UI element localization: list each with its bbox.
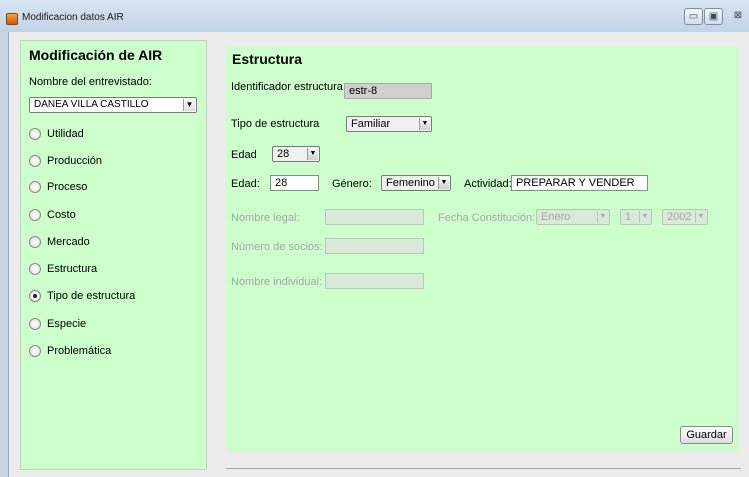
close-button[interactable]: ⊠ bbox=[730, 8, 746, 25]
legal-name-label: Nombre legal: bbox=[231, 212, 300, 224]
partners-label: Número de socios: bbox=[231, 241, 323, 253]
maximize-button[interactable]: ▣ bbox=[704, 8, 723, 25]
structure-type-label: Tipo de estructura bbox=[231, 118, 320, 130]
interviewee-dropdown[interactable]: DANEA VILLA CASTILLO ▼ bbox=[29, 97, 197, 113]
individual-name-label: Nombre individual: bbox=[231, 276, 323, 288]
constitution-month-value: Enero bbox=[541, 211, 571, 223]
structure-type-value: Familiar bbox=[351, 118, 391, 130]
structure-type-dropdown[interactable]: Familiar ▼ bbox=[346, 116, 432, 132]
bottom-divider bbox=[226, 468, 741, 469]
constitution-year-value: 2002 bbox=[667, 211, 692, 223]
legal-name-input[interactable] bbox=[325, 209, 424, 225]
radio-button-icon[interactable] bbox=[29, 263, 41, 275]
constitution-month-dropdown[interactable]: Enero ▼ bbox=[536, 209, 610, 225]
radio-label: Estructura bbox=[47, 263, 98, 275]
radio-label: Especie bbox=[47, 318, 87, 330]
constitution-year-dropdown[interactable]: 2002 ▼ bbox=[662, 209, 708, 225]
gender-value: Femenino bbox=[386, 177, 435, 189]
radio-button-icon[interactable] bbox=[29, 128, 41, 140]
partners-input[interactable] bbox=[325, 238, 424, 254]
interviewee-value: DANEA VILLA CASTILLO bbox=[34, 99, 149, 110]
window-titlebar[interactable]: Modificacion datos AIR ▭ ▣ ⊠ bbox=[0, 0, 749, 32]
age-dropdown[interactable]: 28 ▼ bbox=[272, 146, 320, 162]
age-dropdown-value: 28 bbox=[277, 148, 290, 160]
activity-label: Actividad: bbox=[464, 178, 512, 190]
gender-label: Género: bbox=[332, 178, 372, 190]
activity-input[interactable]: PREPARAR Y VENDER bbox=[511, 175, 648, 191]
chevron-down-icon[interactable]: ▼ bbox=[597, 211, 608, 223]
age-text-label: Edad: bbox=[231, 178, 260, 190]
individual-name-input[interactable] bbox=[325, 273, 424, 289]
interviewee-label: Nombre del entrevistado: bbox=[29, 76, 152, 88]
radio-label: Problemática bbox=[47, 345, 112, 357]
chevron-down-icon[interactable]: ▼ bbox=[695, 211, 706, 223]
structure-id-label: Identificador estructura bbox=[231, 81, 343, 93]
radio-button-selected-icon[interactable] bbox=[29, 290, 41, 302]
radio-button-icon[interactable] bbox=[29, 181, 41, 193]
structure-panel: Estructura Identificador estructura estr… bbox=[226, 47, 738, 451]
structure-id-field: estr-8 bbox=[344, 83, 432, 99]
radio-label: Costo bbox=[47, 209, 76, 221]
constitution-date-label: Fecha Constitución: bbox=[438, 212, 536, 224]
chevron-down-icon[interactable]: ▼ bbox=[307, 148, 318, 160]
sidebar-panel: Modificación de AIR Nombre del entrevist… bbox=[20, 40, 207, 470]
sidebar-title: Modificación de AIR bbox=[29, 47, 163, 63]
gender-dropdown[interactable]: Femenino ▼ bbox=[381, 175, 451, 191]
window-title: Modificacion datos AIR bbox=[22, 12, 124, 23]
radio-button-icon[interactable] bbox=[29, 318, 41, 330]
minimize-button[interactable]: ▭ bbox=[684, 8, 703, 25]
radio-label: Mercado bbox=[47, 236, 90, 248]
java-cup-icon bbox=[6, 13, 18, 25]
constitution-day-dropdown[interactable]: 1 ▼ bbox=[620, 209, 652, 225]
radio-button-icon[interactable] bbox=[29, 155, 41, 167]
radio-label: Producción bbox=[47, 155, 103, 167]
chevron-down-icon[interactable]: ▼ bbox=[438, 177, 449, 189]
radio-label: Proceso bbox=[47, 181, 88, 193]
radio-label: Tipo de estructura bbox=[47, 290, 136, 302]
radio-label: Utilidad bbox=[47, 128, 84, 140]
radio-button-icon[interactable] bbox=[29, 209, 41, 221]
chevron-down-icon[interactable]: ▼ bbox=[183, 99, 195, 111]
save-button[interactable]: Guardar bbox=[680, 426, 733, 444]
age-input[interactable]: 28 bbox=[270, 175, 319, 191]
chevron-down-icon[interactable]: ▼ bbox=[639, 211, 650, 223]
radio-button-icon[interactable] bbox=[29, 345, 41, 357]
age-label: Edad bbox=[231, 149, 257, 161]
radio-button-icon[interactable] bbox=[29, 236, 41, 248]
chevron-down-icon[interactable]: ▼ bbox=[419, 118, 430, 130]
constitution-day-value: 1 bbox=[625, 211, 632, 223]
panel-title: Estructura bbox=[232, 51, 303, 67]
